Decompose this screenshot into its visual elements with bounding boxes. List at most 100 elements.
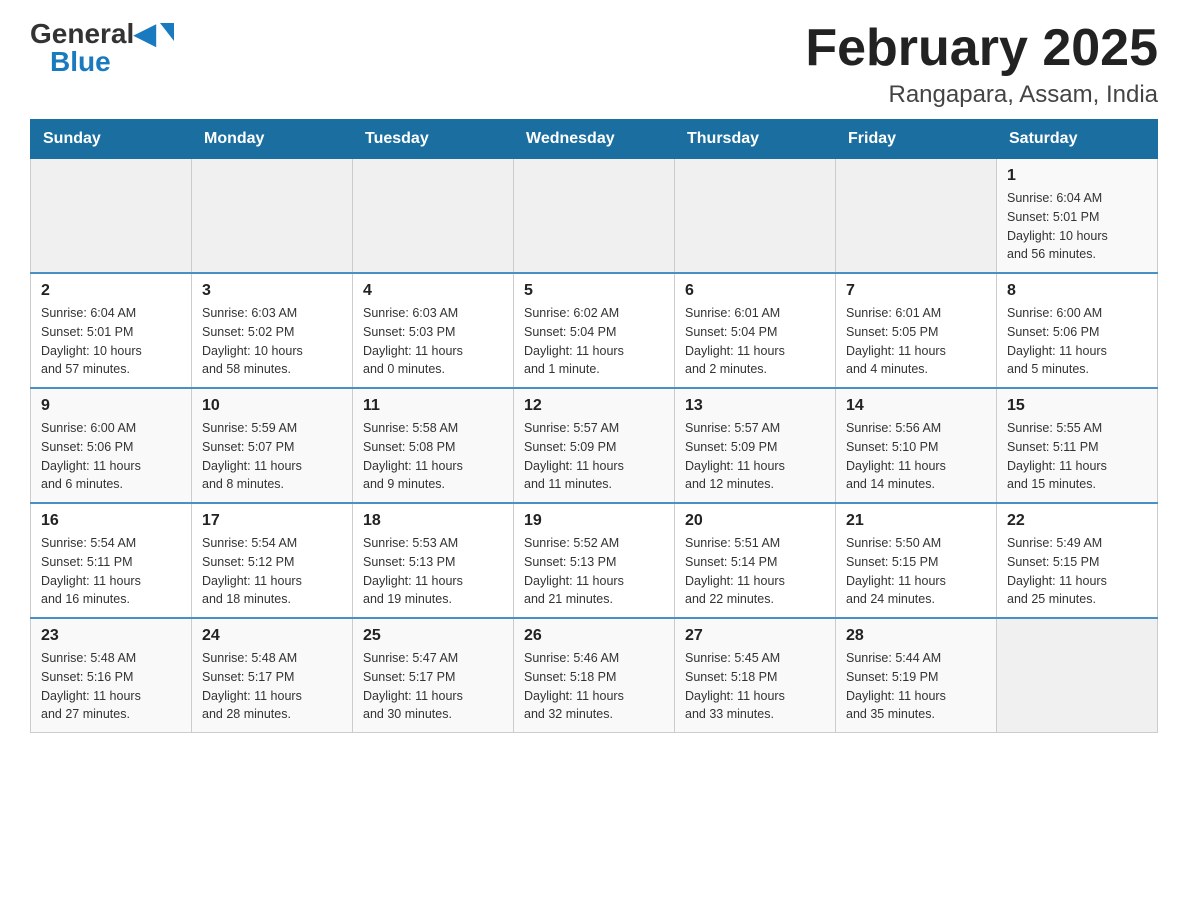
table-row bbox=[514, 159, 675, 274]
table-row: 9 Sunrise: 6:00 AM Sunset: 5:06 PM Daylig… bbox=[31, 388, 192, 503]
day-info: Sunrise: 5:50 AM Sunset: 5:15 PM Dayligh… bbox=[846, 534, 986, 609]
day-info: Sunrise: 5:46 AM Sunset: 5:18 PM Dayligh… bbox=[524, 649, 664, 724]
day-info: Sunrise: 5:59 AM Sunset: 5:07 PM Dayligh… bbox=[202, 419, 342, 494]
calendar-subtitle: Rangapara, Assam, India bbox=[805, 81, 1158, 109]
table-row: 3 Sunrise: 6:03 AM Sunset: 5:02 PM Daylig… bbox=[192, 273, 353, 388]
day-number: 9 bbox=[41, 397, 181, 415]
table-row bbox=[675, 159, 836, 274]
day-info: Sunrise: 6:02 AM Sunset: 5:04 PM Dayligh… bbox=[524, 304, 664, 379]
table-row: 27 Sunrise: 5:45 AM Sunset: 5:18 PM Dayli… bbox=[675, 618, 836, 733]
table-row: 1 Sunrise: 6:04 AM Sunset: 5:01 PM Daylig… bbox=[997, 159, 1158, 274]
day-info: Sunrise: 5:45 AM Sunset: 5:18 PM Dayligh… bbox=[685, 649, 825, 724]
header-tuesday: Tuesday bbox=[353, 120, 514, 159]
table-row: 7 Sunrise: 6:01 AM Sunset: 5:05 PM Daylig… bbox=[836, 273, 997, 388]
calendar-week-row: 16 Sunrise: 5:54 AM Sunset: 5:11 PM Dayli… bbox=[31, 503, 1158, 618]
header-monday: Monday bbox=[192, 120, 353, 159]
table-row bbox=[192, 159, 353, 274]
day-info: Sunrise: 5:47 AM Sunset: 5:17 PM Dayligh… bbox=[363, 649, 503, 724]
day-info: Sunrise: 5:58 AM Sunset: 5:08 PM Dayligh… bbox=[363, 419, 503, 494]
logo: General◀ Blue bbox=[30, 20, 174, 76]
day-info: Sunrise: 5:54 AM Sunset: 5:11 PM Dayligh… bbox=[41, 534, 181, 609]
day-info: Sunrise: 6:00 AM Sunset: 5:06 PM Dayligh… bbox=[41, 419, 181, 494]
day-number: 10 bbox=[202, 397, 342, 415]
table-row: 17 Sunrise: 5:54 AM Sunset: 5:12 PM Dayli… bbox=[192, 503, 353, 618]
day-info: Sunrise: 5:49 AM Sunset: 5:15 PM Dayligh… bbox=[1007, 534, 1147, 609]
header-sunday: Sunday bbox=[31, 120, 192, 159]
table-row: 13 Sunrise: 5:57 AM Sunset: 5:09 PM Dayli… bbox=[675, 388, 836, 503]
day-number: 22 bbox=[1007, 512, 1147, 530]
table-row bbox=[31, 159, 192, 274]
table-row: 12 Sunrise: 5:57 AM Sunset: 5:09 PM Dayli… bbox=[514, 388, 675, 503]
table-row: 8Sunrise: 6:00 AM Sunset: 5:06 PM Daylig… bbox=[997, 273, 1158, 388]
calendar-title: February 2025 bbox=[805, 20, 1158, 77]
table-row: 4Sunrise: 6:03 AM Sunset: 5:03 PM Daylig… bbox=[353, 273, 514, 388]
table-row: 28 Sunrise: 5:44 AM Sunset: 5:19 PM Dayli… bbox=[836, 618, 997, 733]
day-info: Sunrise: 5:51 AM Sunset: 5:14 PM Dayligh… bbox=[685, 534, 825, 609]
day-number: 11 bbox=[363, 397, 503, 415]
day-number: 4 bbox=[363, 282, 503, 300]
day-number: 12 bbox=[524, 397, 664, 415]
day-info: Sunrise: 5:55 AM Sunset: 5:11 PM Dayligh… bbox=[1007, 419, 1147, 494]
day-number: 23 bbox=[41, 627, 181, 645]
day-number: 6 bbox=[685, 282, 825, 300]
table-row: 15 Sunrise: 5:55 AM Sunset: 5:11 PM Dayli… bbox=[997, 388, 1158, 503]
table-row: 11 Sunrise: 5:58 AM Sunset: 5:08 PM Dayli… bbox=[353, 388, 514, 503]
day-info: Sunrise: 5:54 AM Sunset: 5:12 PM Dayligh… bbox=[202, 534, 342, 609]
header-wednesday: Wednesday bbox=[514, 120, 675, 159]
day-info: Sunrise: 5:53 AM Sunset: 5:13 PM Dayligh… bbox=[363, 534, 503, 609]
day-number: 7 bbox=[846, 282, 986, 300]
day-info: Sunrise: 6:04 AM Sunset: 5:01 PM Dayligh… bbox=[41, 304, 181, 379]
day-number: 13 bbox=[685, 397, 825, 415]
logo-triangle-inline: ◀ bbox=[134, 18, 156, 49]
day-number: 21 bbox=[846, 512, 986, 530]
day-number: 1 bbox=[1007, 167, 1147, 185]
table-row: 18 Sunrise: 5:53 AM Sunset: 5:13 PM Dayli… bbox=[353, 503, 514, 618]
day-info: Sunrise: 5:48 AM Sunset: 5:17 PM Dayligh… bbox=[202, 649, 342, 724]
header-thursday: Thursday bbox=[675, 120, 836, 159]
table-row: 21 Sunrise: 5:50 AM Sunset: 5:15 PM Dayli… bbox=[836, 503, 997, 618]
day-number: 3 bbox=[202, 282, 342, 300]
day-number: 15 bbox=[1007, 397, 1147, 415]
calendar-header-row: Sunday Monday Tuesday Wednesday Thursday… bbox=[31, 120, 1158, 159]
day-info: Sunrise: 5:56 AM Sunset: 5:10 PM Dayligh… bbox=[846, 419, 986, 494]
table-row: 19Sunrise: 5:52 AM Sunset: 5:13 PM Dayli… bbox=[514, 503, 675, 618]
day-number: 28 bbox=[846, 627, 986, 645]
title-block: February 2025 Rangapara, Assam, India bbox=[805, 20, 1158, 109]
day-number: 17 bbox=[202, 512, 342, 530]
day-info: Sunrise: 6:04 AM Sunset: 5:01 PM Dayligh… bbox=[1007, 189, 1147, 264]
table-row: 16 Sunrise: 5:54 AM Sunset: 5:11 PM Dayli… bbox=[31, 503, 192, 618]
table-row: 6 Sunrise: 6:01 AM Sunset: 5:04 PM Daylig… bbox=[675, 273, 836, 388]
logo-blue-text: Blue bbox=[50, 48, 111, 76]
day-number: 27 bbox=[685, 627, 825, 645]
table-row: 5 Sunrise: 6:02 AM Sunset: 5:04 PM Daylig… bbox=[514, 273, 675, 388]
table-row bbox=[353, 159, 514, 274]
table-row bbox=[836, 159, 997, 274]
day-info: Sunrise: 5:57 AM Sunset: 5:09 PM Dayligh… bbox=[524, 419, 664, 494]
table-row: 10 Sunrise: 5:59 AM Sunset: 5:07 PM Dayli… bbox=[192, 388, 353, 503]
day-number: 19 bbox=[524, 512, 664, 530]
calendar-table: Sunday Monday Tuesday Wednesday Thursday… bbox=[30, 119, 1158, 733]
day-number: 18 bbox=[363, 512, 503, 530]
header-friday: Friday bbox=[836, 120, 997, 159]
table-row: 22 Sunrise: 5:49 AM Sunset: 5:15 PM Dayli… bbox=[997, 503, 1158, 618]
day-number: 20 bbox=[685, 512, 825, 530]
table-row: 2Sunrise: 6:04 AM Sunset: 5:01 PM Daylig… bbox=[31, 273, 192, 388]
day-number: 8 bbox=[1007, 282, 1147, 300]
day-number: 16 bbox=[41, 512, 181, 530]
day-number: 5 bbox=[524, 282, 664, 300]
day-info: Sunrise: 6:01 AM Sunset: 5:04 PM Dayligh… bbox=[685, 304, 825, 379]
day-info: Sunrise: 5:48 AM Sunset: 5:16 PM Dayligh… bbox=[41, 649, 181, 724]
table-row: 14 Sunrise: 5:56 AM Sunset: 5:10 PM Dayli… bbox=[836, 388, 997, 503]
table-row: 25Sunrise: 5:47 AM Sunset: 5:17 PM Dayli… bbox=[353, 618, 514, 733]
day-number: 26 bbox=[524, 627, 664, 645]
table-row: 24Sunrise: 5:48 AM Sunset: 5:17 PM Dayli… bbox=[192, 618, 353, 733]
calendar-week-row: 2Sunrise: 6:04 AM Sunset: 5:01 PM Daylig… bbox=[31, 273, 1158, 388]
day-info: Sunrise: 5:57 AM Sunset: 5:09 PM Dayligh… bbox=[685, 419, 825, 494]
calendar-week-row: 9 Sunrise: 6:00 AM Sunset: 5:06 PM Daylig… bbox=[31, 388, 1158, 503]
day-info: Sunrise: 6:03 AM Sunset: 5:02 PM Dayligh… bbox=[202, 304, 342, 379]
day-number: 14 bbox=[846, 397, 986, 415]
day-info: Sunrise: 6:01 AM Sunset: 5:05 PM Dayligh… bbox=[846, 304, 986, 379]
day-info: Sunrise: 5:44 AM Sunset: 5:19 PM Dayligh… bbox=[846, 649, 986, 724]
table-row: 23 Sunrise: 5:48 AM Sunset: 5:16 PM Dayli… bbox=[31, 618, 192, 733]
calendar-week-row: 1 Sunrise: 6:04 AM Sunset: 5:01 PM Daylig… bbox=[31, 159, 1158, 274]
